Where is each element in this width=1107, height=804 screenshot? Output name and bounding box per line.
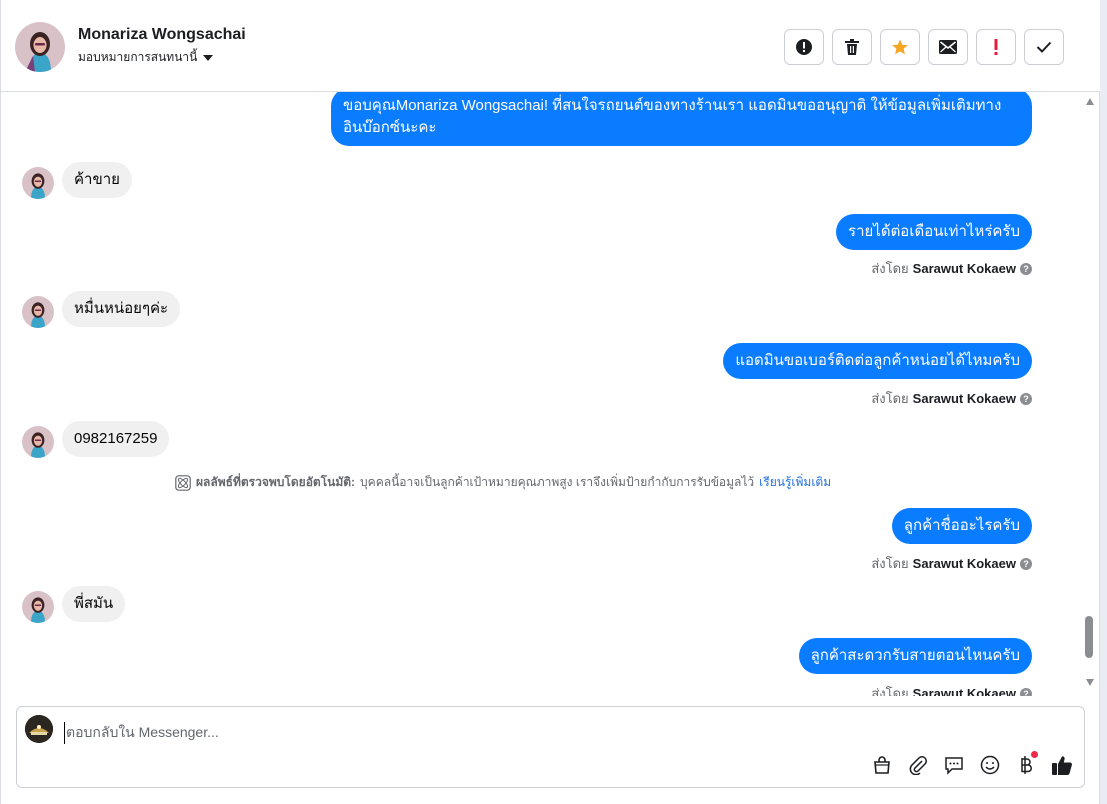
incoming-message[interactable]: พี่สมัน	[62, 586, 126, 622]
trash-icon	[845, 39, 859, 55]
outgoing-message[interactable]: ขอบคุณMonariza Wongsachai! ที่สนใจรถยนต์…	[331, 92, 1032, 146]
contact-avatar-small[interactable]	[22, 426, 54, 458]
baht-icon	[1021, 756, 1032, 774]
sent-by-label: ส่งโดย Sarawut Kokaew ?	[871, 388, 1032, 409]
page-avatar	[25, 715, 53, 743]
attach-button[interactable]	[906, 753, 930, 777]
sent-by-prefix: ส่งโดย	[871, 556, 909, 571]
delete-button[interactable]	[832, 29, 872, 65]
star-icon	[892, 39, 908, 55]
conversation-header: Monariza Wongsachai มอบหมายการสนทนานี้	[1, 0, 1100, 92]
chat-bubble-icon	[945, 757, 963, 775]
assign-conversation-dropdown[interactable]: มอบหมายการสนทนานี้	[78, 48, 214, 67]
smiley-icon	[980, 755, 1000, 775]
help-icon[interactable]: ?	[1020, 687, 1032, 696]
incoming-message[interactable]: หมื่นหน่อยๆค่ะ	[62, 291, 181, 327]
contact-avatar[interactable]	[15, 22, 65, 72]
conversation-actions	[784, 29, 1064, 65]
caret-down-icon	[203, 54, 214, 61]
outgoing-message[interactable]: ลูกค้าชื่ออะไรครับ	[891, 508, 1032, 544]
message-thread[interactable]: ขอบคุณMonariza Wongsachai! ที่สนใจรถยนต์…	[1, 92, 1081, 696]
notification-dot	[1031, 751, 1038, 758]
outgoing-message[interactable]: ลูกค้าสะดวกรับสายตอนไหนครับ	[798, 638, 1032, 674]
contact-name: Monariza Wongsachai	[78, 26, 246, 43]
reply-composer[interactable]: ตอบกลับใน Messenger...	[16, 706, 1085, 788]
notice-title: ผลลัพธ์ที่ตรวจพบโดยอัตโนมัติ:	[196, 475, 356, 489]
message-text: ลูกค้าชื่ออะไรครับ	[903, 517, 1020, 534]
reply-input[interactable]: ตอบกลับใน Messenger...	[64, 722, 219, 744]
learn-more-link[interactable]: เรียนรู้เพิ่มเติม	[759, 473, 831, 492]
emoji-button[interactable]	[978, 753, 1002, 777]
mark-spam-button[interactable]	[784, 29, 824, 65]
sent-by-agent: Sarawut Kokaew	[912, 261, 1016, 276]
incoming-message[interactable]: ค้าขาย	[62, 162, 132, 198]
mark-unread-button[interactable]	[928, 29, 968, 65]
message-text: พี่สมัน	[74, 595, 114, 612]
shopping-bag-icon	[874, 756, 890, 774]
help-icon[interactable]: ?	[1020, 557, 1032, 570]
contact-avatar-small[interactable]	[22, 296, 54, 328]
exclamation-icon	[994, 39, 998, 55]
sent-by-agent: Sarawut Kokaew	[912, 556, 1016, 571]
scroll-down-arrow-icon[interactable]	[1086, 679, 1094, 686]
auto-detected-notice: ผลลัพธ์ที่ตรวจพบโดยอัตโนมัติ: บุคคลนี้อา…	[175, 473, 831, 492]
star-button[interactable]	[880, 29, 920, 65]
contact-avatar-small[interactable]	[22, 167, 54, 199]
check-icon	[1036, 41, 1052, 53]
sent-by-agent: Sarawut Kokaew	[912, 391, 1016, 406]
thumbs-up-icon	[1052, 756, 1072, 775]
envelope-icon	[939, 40, 957, 54]
messenger-inbox-panel: Monariza Wongsachai มอบหมายการสนทนานี้ ข…	[0, 0, 1100, 804]
payment-button[interactable]	[1014, 751, 1038, 777]
sent-by-agent: Sarawut Kokaew	[912, 686, 1016, 696]
sent-by-label: ส่งโดย Sarawut Kokaew ?	[871, 258, 1032, 279]
scrollbar-thumb[interactable]	[1085, 616, 1093, 658]
sent-by-prefix: ส่งโดย	[871, 261, 909, 276]
message-text: รายได้ต่อเดือนเท่าไหร่ครับ	[848, 223, 1020, 240]
message-text: หมื่นหน่อยๆค่ะ	[74, 300, 169, 317]
like-button[interactable]	[1050, 753, 1074, 777]
thread-scrollbar[interactable]	[1082, 92, 1098, 696]
exclamation-circle-icon	[796, 39, 812, 55]
help-icon[interactable]: ?	[1020, 392, 1032, 405]
message-text: ขอบคุณMonariza Wongsachai! ที่สนใจรถยนต์…	[343, 97, 1002, 136]
message-text: ลูกค้าสะดวกรับสายตอนไหนครับ	[810, 647, 1020, 664]
outgoing-message[interactable]: รายได้ต่อเดือนเท่าไหร่ครับ	[836, 214, 1032, 250]
saved-replies-button[interactable]	[942, 753, 966, 777]
composer-toolbar	[870, 751, 1074, 777]
outgoing-message[interactable]: แอดมินขอเบอร์ติดต่อลูกค้าหน่อยได้ไหมครับ	[723, 343, 1032, 379]
message-text: แอดมินขอเบอร์ติดต่อลูกค้าหน่อยได้ไหมครับ	[735, 352, 1020, 369]
shop-button[interactable]	[870, 753, 894, 777]
help-icon[interactable]: ?	[1020, 262, 1032, 275]
mark-done-button[interactable]	[1024, 29, 1064, 65]
follow-up-button[interactable]	[976, 29, 1016, 65]
sent-by-label: ส่งโดย Sarawut Kokaew ?	[871, 553, 1032, 574]
message-text: 0982167259	[74, 430, 158, 447]
paperclip-icon	[909, 756, 927, 775]
contact-avatar-small[interactable]	[22, 591, 54, 623]
message-text: ค้าขาย	[74, 171, 120, 188]
sent-by-prefix: ส่งโดย	[871, 686, 909, 696]
scroll-up-arrow-icon[interactable]	[1086, 98, 1094, 105]
assign-label: มอบหมายการสนทนานี้	[78, 50, 198, 64]
incoming-message[interactable]: 0982167259	[62, 421, 170, 457]
sent-by-label: ส่งโดย Sarawut Kokaew ?	[871, 683, 1032, 696]
sent-by-prefix: ส่งโดย	[871, 391, 909, 406]
atom-icon	[175, 474, 191, 491]
notice-body: บุคคลนี้อาจเป็นลูกค้าเป้าหมายคุณภาพสูง เ…	[360, 475, 755, 489]
